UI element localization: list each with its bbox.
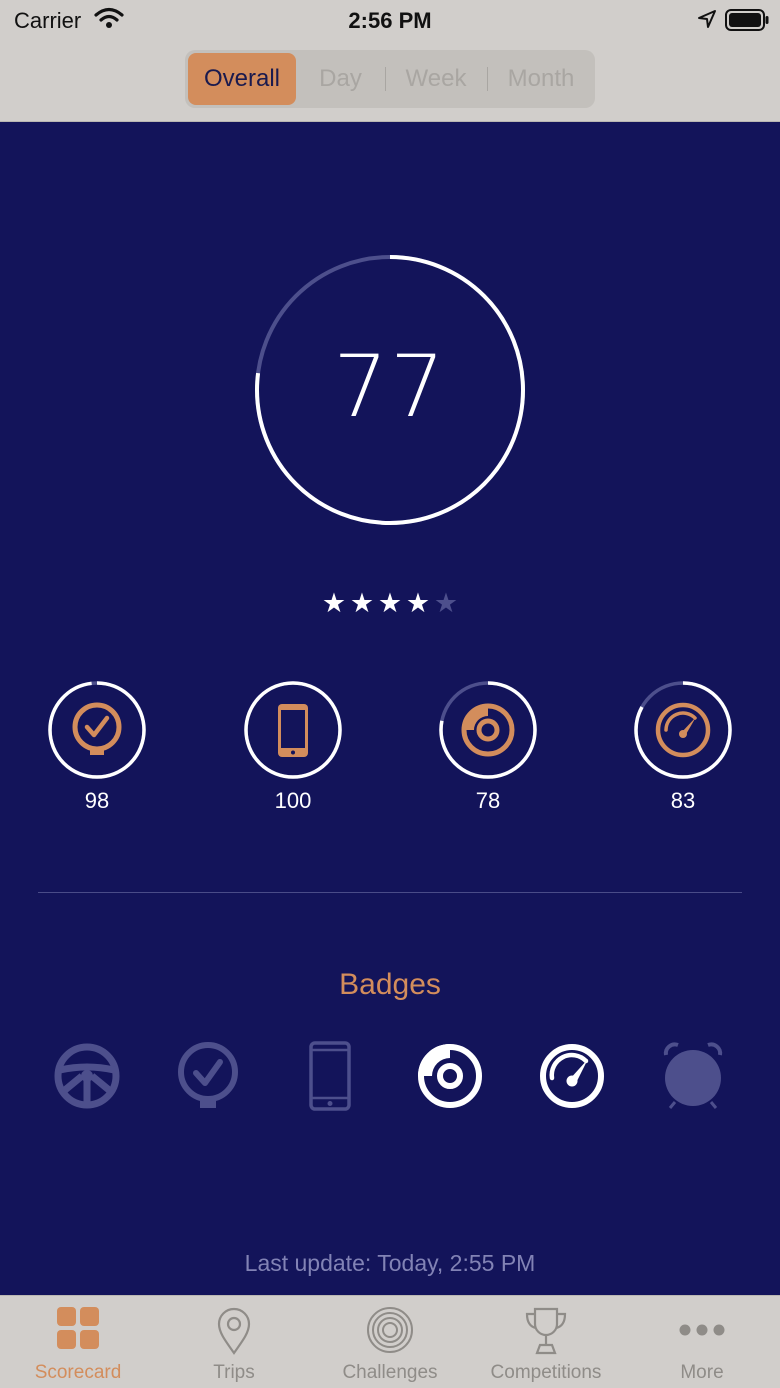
segment-overall[interactable]: Overall (188, 53, 296, 105)
target-rings-icon (367, 1307, 413, 1353)
status-bar: Carrier 2:56 PM (0, 0, 780, 40)
phone-icon (278, 704, 308, 757)
metric-value: 100 (274, 788, 312, 813)
star-icon: ★ (405, 588, 431, 618)
segment-day[interactable]: Day (296, 53, 385, 105)
location-arrow-icon (698, 10, 716, 28)
metric-ring (439, 681, 537, 779)
star-rating: ★ ★ ★ ★ ★ (320, 588, 462, 618)
tab-challenges[interactable]: Challenges (312, 1296, 468, 1388)
clock: 2:56 PM (348, 8, 432, 33)
brake-disc-icon (461, 703, 515, 757)
speedometer-icon[interactable] (536, 1040, 608, 1112)
alarm-clock-icon[interactable] (657, 1040, 729, 1112)
brake-disc-icon[interactable] (414, 1040, 486, 1112)
trophy-icon (525, 1307, 567, 1355)
tab-trips[interactable]: Trips (156, 1296, 312, 1388)
more-dots-icon (679, 1324, 725, 1336)
grid-icon (57, 1307, 99, 1349)
segment-month[interactable]: Month (487, 53, 595, 105)
star-empty-icon: ★ (433, 588, 459, 618)
section-divider (38, 892, 742, 893)
segment-bar: Overall Day Week Month (0, 40, 780, 122)
metric-value: 78 (475, 788, 501, 813)
star-icon: ★ (377, 588, 403, 618)
period-segmented-control: Overall Day Week Month (185, 50, 595, 108)
phone-icon[interactable] (294, 1040, 366, 1112)
check-badge-icon (72, 702, 122, 755)
segment-week[interactable]: Week (385, 53, 487, 105)
steering-wheel-icon[interactable] (51, 1040, 123, 1112)
battery-icon (725, 9, 769, 31)
metric-value: 83 (670, 788, 696, 813)
metric-ring (634, 681, 732, 779)
metric-ring (244, 681, 342, 779)
tab-bar: Scorecard Trips Challenges Competitions … (0, 1295, 780, 1388)
tab-label: Trips (213, 1362, 255, 1383)
metric-value: 98 (84, 788, 110, 813)
tab-competitions[interactable]: Competitions (468, 1296, 624, 1388)
star-icon: ★ (349, 588, 375, 618)
check-badge-icon[interactable] (172, 1040, 244, 1112)
tab-more[interactable]: More (624, 1296, 780, 1388)
score-value: 77 (333, 337, 447, 437)
tab-label: Scorecard (34, 1362, 122, 1383)
map-pin-icon (217, 1307, 251, 1355)
metric-ring (48, 681, 146, 779)
tab-label: More (680, 1362, 724, 1383)
badges-title: Badges (339, 968, 441, 1001)
tab-label: Competitions (490, 1362, 602, 1383)
star-icon: ★ (321, 588, 347, 618)
speedometer-icon (655, 702, 711, 758)
last-update-text: Last update: Today, 2:55 PM (244, 1250, 536, 1276)
tab-label: Challenges (342, 1362, 438, 1383)
overall-score: 77 (250, 250, 530, 530)
tab-scorecard[interactable]: Scorecard (0, 1296, 156, 1388)
